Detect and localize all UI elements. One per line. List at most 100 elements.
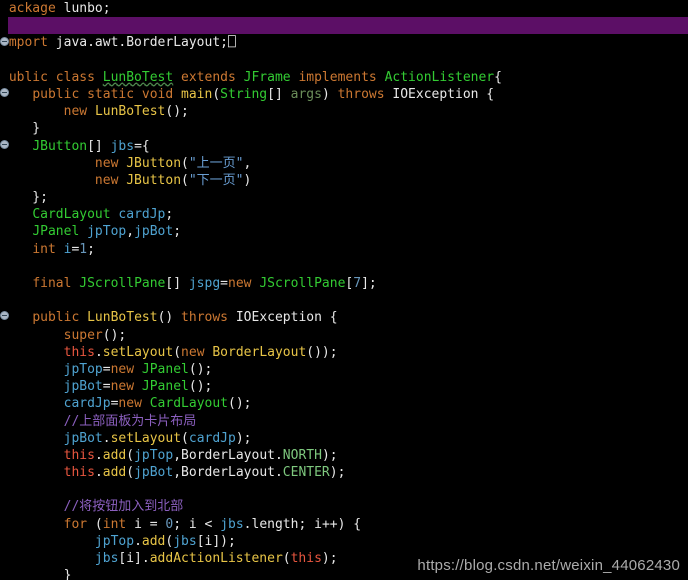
fold-marker-main[interactable] [0,88,9,97]
code-line[interactable]: new JButton("上一页", [0,155,688,172]
code-token: . [102,430,111,446]
code-line[interactable]: //将按钮加入到北部 [0,498,688,515]
code-token: cardJp [63,396,111,412]
code-token: new [181,344,205,360]
code-token: ( [173,344,182,360]
code-token: . [134,533,142,549]
code-line[interactable]: new JButton("下一页") [0,172,688,189]
code-token: [] [165,276,189,291]
code-line[interactable]: //上部面板为卡片布局 [0,413,688,430]
code-token: setLayout [110,430,182,446]
code-token: JFrame [243,69,291,85]
code-token: jpBot [134,465,174,481]
code-line[interactable]: jpTop.add(jbs[i]); [0,533,688,550]
code-token: jpTop [63,361,103,377]
code-line[interactable]: CardLayout cardJp; [0,206,688,223]
code-line[interactable]: public LunBoTest() throws IOException { [0,309,688,326]
code-token: final [32,276,72,291]
code-token: . [274,447,283,463]
code-token: ActionListener [384,69,495,85]
code-token: ); [321,551,338,566]
code-token: args [290,86,322,102]
code-token: throws [337,86,385,102]
code-token: main [181,86,213,102]
code-token: implements [298,69,377,85]
code-token: . [274,465,283,481]
code-line[interactable]: JButton[] jbs={ [0,138,688,155]
code-token: public static void [32,86,174,102]
code-line[interactable] [0,481,688,498]
code-token: JButton [126,172,182,188]
code-token: JScrollPane [79,276,166,291]
code-token: JPanel [32,224,80,240]
code-token: [] [267,86,291,102]
code-line[interactable]: this.add(jpTop,BorderLayout.NORTH); [0,447,688,464]
code-content[interactable]: package lunbo; import java.awt.BorderLayo… [0,0,688,580]
code-token: //将按钮加入到北部 [63,499,184,515]
code-token: jbs [173,533,197,549]
code-token: LunBoTest [87,310,158,326]
code-line[interactable] [0,258,688,275]
code-line[interactable]: int i=1; [0,241,688,258]
code-line[interactable]: cardJp=new CardLayout(); [0,395,688,412]
code-line[interactable]: import java.awt.BorderLayout;⎕ [0,34,688,51]
code-token: ); [321,447,338,463]
code-token: add [102,447,127,463]
code-line[interactable]: jpTop=new JPanel(); [0,361,688,378]
code-line[interactable]: public static void main(String[] args) t… [0,86,688,103]
code-token: () [157,310,182,326]
code-token: = [220,276,228,291]
code-token: jpBot [63,379,103,395]
code-token: BorderLayout [181,465,275,481]
code-editor[interactable]: package lunbo; import java.awt.BorderLayo… [0,0,688,580]
code-line[interactable]: jpBot.setLayout(cardJp); [0,430,688,447]
code-token: new [118,396,142,412]
code-token: } [1,568,72,580]
code-token: "上一页" [188,155,244,171]
code-token: ) [243,172,252,188]
code-token: ⎕ [227,35,236,51]
code-line[interactable]: new LunBoTest(); [0,103,688,120]
code-line[interactable] [0,17,688,35]
code-token: , [126,224,135,240]
code-token: BorderLayout [212,344,307,360]
code-line[interactable]: package lunbo; [0,0,688,17]
code-token: . [94,465,103,481]
editor-gutter[interactable] [0,0,9,580]
code-token: new [110,379,135,395]
code-line[interactable]: }; [0,189,688,206]
code-token: cardJp [188,430,236,446]
code-line[interactable]: public class LunBoTest extends JFrame im… [0,69,688,86]
code-token: CardLayout [149,396,229,412]
code-token: LunBoTest [94,104,166,120]
code-line[interactable]: JPanel jpTop,jpBot; [0,223,688,240]
code-line[interactable]: this.add(jpBot,BorderLayout.CENTER); [0,464,688,481]
code-line[interactable]: this.setLayout(new BorderLayout()); [0,344,688,361]
code-line[interactable]: final JScrollPane[] jspg=new JScrollPane… [0,275,688,292]
fold-marker-jbutton-array[interactable] [0,140,9,149]
code-line[interactable]: } [0,120,688,137]
code-line[interactable]: for (int i = 0; i < jbs.length; i++) { [0,516,688,533]
code-line[interactable]: jpBot=new JPanel(); [0,378,688,395]
code-line[interactable]: super(); [0,327,688,344]
code-token: IOException { [228,310,338,326]
code-token: lunbo; [55,1,111,16]
code-token: JScrollPane [259,276,346,291]
code-token: new [228,276,252,291]
code-line[interactable] [0,52,688,69]
code-token: ( [126,465,135,481]
fold-marker-constructor[interactable] [0,311,9,320]
code-token: int [102,516,127,532]
code-token: (); [188,361,213,377]
fold-marker-import[interactable] [0,37,9,46]
code-line[interactable] [0,292,688,309]
code-token: "下一页" [188,172,244,188]
